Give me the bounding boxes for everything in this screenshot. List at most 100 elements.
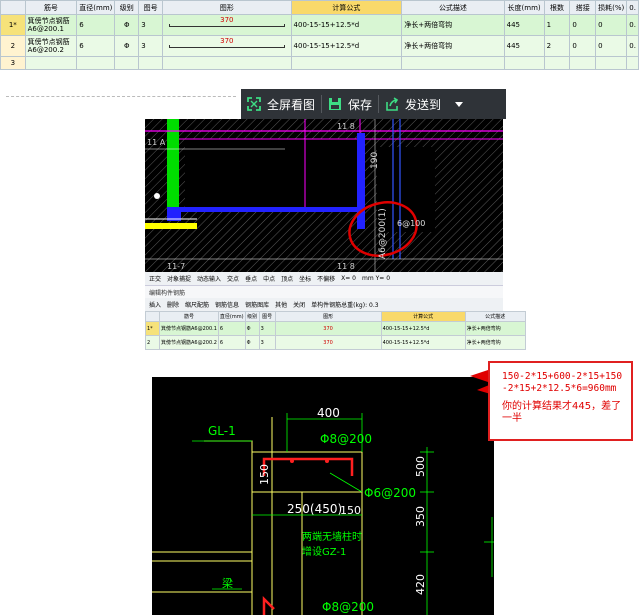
cell-diameter[interactable]: 6 [76,35,116,57]
col-header[interactable]: 级别 [244,311,260,322]
col-header-loss[interactable]: 损耗(%) [595,0,628,15]
action-insert[interactable]: 插入 [149,300,161,309]
cell-description[interactable]: 净长+两倍弯钩 [464,321,526,336]
col-header[interactable]: 筋号 [159,311,219,322]
cell-figure[interactable]: 3 [138,35,164,57]
table-row[interactable]: 1* 箕傍节点钢筋A6@200.1 6 Φ 3 370 400-15-15+12… [0,14,639,36]
cell-shape[interactable]: 370 [274,335,382,350]
cell-count[interactable]: 2 [543,35,571,57]
cell-figure[interactable]: 3 [258,335,276,350]
cell-description[interactable]: 净长+两倍弯钩 [401,14,505,36]
fullscreen-button[interactable]: 全屏看图 [241,89,321,119]
action-close[interactable]: 关闭 [293,300,305,309]
action-delete[interactable]: 删除 [167,300,179,309]
cell-diameter[interactable]: 6 [217,321,246,336]
action-other[interactable]: 其他 [275,300,287,309]
cell-formula[interactable]: 400-15-15+12.5*d [290,35,403,57]
col-header-count[interactable]: 根数 [543,0,571,15]
cell-formula[interactable]: 400-15-15+12.5*d [380,335,466,350]
col-header-length[interactable]: 长度(mm) [503,0,545,15]
cell-name[interactable]: 箕傍节点钢筋A6@200.1 [24,14,78,36]
status-item[interactable]: 动态输入 [197,274,221,283]
row-index[interactable]: 2 [145,335,160,350]
cell-formula[interactable] [290,56,403,70]
cell-loss[interactable]: 0 [595,35,628,57]
col-header-figure[interactable]: 图号 [138,0,164,15]
table-row[interactable]: 1* 箕傍节点钢筋A6@200.1 6 Φ 3 370 400-15-15+12… [145,321,526,336]
cell-grade[interactable]: Φ [244,335,260,350]
col-header-shape[interactable]: 图形 [162,0,292,15]
send-to-button[interactable]: 发送到 [379,89,447,119]
cell-shape[interactable] [162,56,292,70]
cell-shape[interactable]: 370 [162,35,292,57]
col-header[interactable]: 图形 [274,311,382,322]
status-item[interactable]: 中点 [263,274,275,283]
rebar-label: A6@200(1) [378,208,388,259]
cell-length[interactable]: 445 [503,14,545,36]
col-header-name[interactable]: 筋号 [24,0,78,15]
cell-diameter[interactable]: 6 [76,14,116,36]
col-header-diameter[interactable]: 直径(mm) [76,0,116,15]
cell-loss[interactable] [595,56,628,70]
row-index[interactable]: 3 [0,56,26,70]
cell-grade[interactable] [114,56,140,70]
cell-formula[interactable]: 400-15-15+12.5*d [290,14,403,36]
col-header[interactable]: 计算公式 [380,311,466,322]
cell-loss[interactable]: 0 [595,14,628,36]
cell-figure[interactable] [138,56,164,70]
cell-lap[interactable]: 0 [569,14,597,36]
cell-extra[interactable]: 0. [626,14,639,36]
cell-name[interactable]: 箕傍节点钢筋A6@200.2 [24,35,78,57]
cell-description[interactable]: 净长+两倍弯钩 [464,335,526,350]
cell-lap[interactable]: 0 [569,35,597,57]
status-item[interactable]: 垂点 [245,274,257,283]
cell-count[interactable] [543,56,571,70]
cell-figure[interactable]: 3 [138,14,164,36]
cell-formula[interactable]: 400-15-15+12.5*d [380,321,466,336]
cell-description[interactable] [401,56,505,70]
table-row[interactable]: 3 [0,56,639,70]
action-info[interactable]: 钢筋信息 [215,300,239,309]
status-item[interactable]: 顶点 [281,274,293,283]
col-header[interactable]: 图号 [258,311,276,322]
table-row[interactable]: 2 箕傍节点钢筋A6@200.2 6 Φ 3 370 400-15-15+12.… [0,35,639,57]
status-item[interactable]: 交点 [227,274,239,283]
cell-figure[interactable]: 3 [258,321,276,336]
cell-grade[interactable]: Φ [114,14,140,36]
cell-length[interactable]: 445 [503,35,545,57]
cell-name[interactable] [24,56,78,70]
cell-extra[interactable] [626,56,639,70]
col-header-lap[interactable]: 搭接 [569,0,597,15]
table-row[interactable]: 2 箕傍节点钢筋A6@200.2 6 Φ 3 370 400-15-15+12.… [145,335,526,350]
status-item[interactable]: 正交 [149,274,161,283]
status-item[interactable]: 不偏移 [317,274,335,283]
col-header-extra[interactable]: 0. [626,0,639,15]
cell-length[interactable] [503,56,545,70]
cell-name[interactable]: 箕傍节点钢筋A6@200.2 [159,335,219,350]
status-item[interactable]: 坐标 [299,274,311,283]
cell-lap[interactable] [569,56,597,70]
cell-grade[interactable]: Φ [114,35,140,57]
cell-grade[interactable]: Φ [244,321,260,336]
cell-description[interactable]: 净长+两倍弯钩 [401,35,505,57]
cell-shape[interactable]: 370 [162,14,292,36]
row-index[interactable]: 1* [0,14,26,36]
cell-extra[interactable]: 0. [626,35,639,57]
row-index[interactable]: 1* [145,321,160,336]
cell-diameter[interactable]: 6 [217,335,246,350]
col-header-description[interactable]: 公式描述 [401,0,505,15]
cell-shape[interactable]: 370 [274,321,382,336]
cell-count[interactable]: 1 [543,14,571,36]
cell-name[interactable]: 箕傍节点钢筋A6@200.1 [159,321,219,336]
col-header-grade[interactable]: 级别 [114,0,140,15]
cell-diameter[interactable] [76,56,116,70]
send-dropdown[interactable] [447,89,471,119]
action-library[interactable]: 钢筋图库 [245,300,269,309]
save-button[interactable]: 保存 [322,89,378,119]
row-index[interactable]: 2 [0,35,26,57]
status-item[interactable]: 对象捕捉 [167,274,191,283]
col-header-formula[interactable]: 计算公式 [290,0,403,15]
col-header[interactable]: 公式描述 [464,311,526,322]
col-header[interactable]: 直径(mm) [217,311,246,322]
action-scale[interactable]: 缩尺配筋 [185,300,209,309]
